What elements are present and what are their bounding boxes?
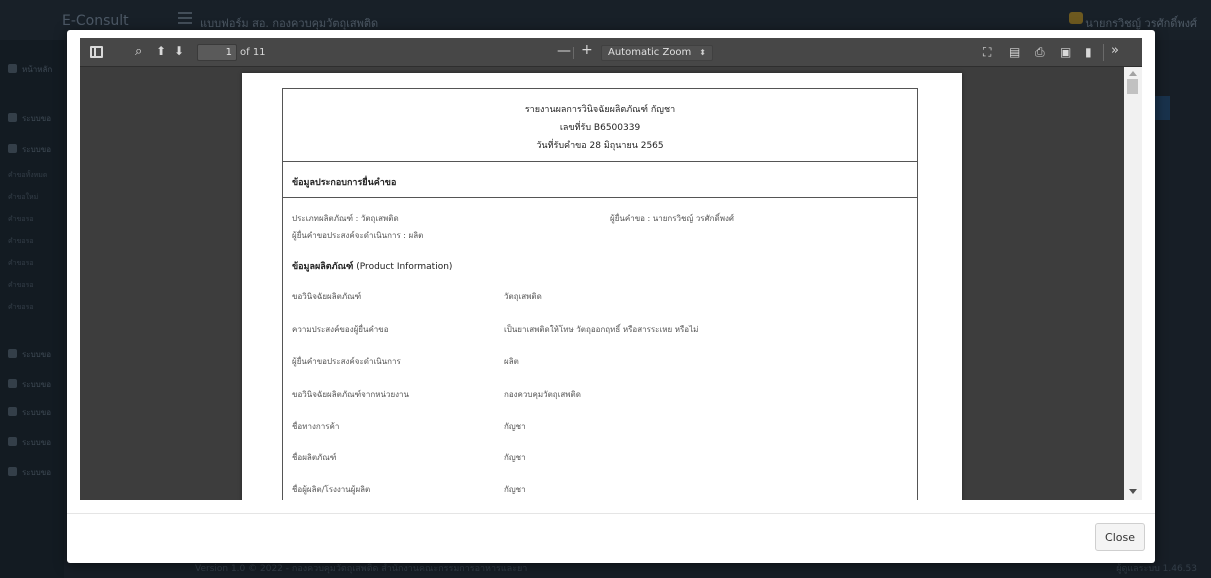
product-info-heading-en: (Product Information) xyxy=(356,262,453,272)
toolbar-separator xyxy=(573,47,574,59)
modal-footer-divider xyxy=(67,513,1155,514)
sidebar-toggle-icon[interactable] xyxy=(90,46,103,58)
receipt-number: เลขที่รับ B6500339 xyxy=(559,123,641,133)
minus-icon[interactable]: — xyxy=(557,44,571,58)
toolbar-separator xyxy=(1103,44,1104,61)
row-label: ขอวินิจฉัยผลิตภัณฑ์ xyxy=(292,292,362,301)
print-icon[interactable]: ⎙ xyxy=(1035,45,1045,59)
save-icon[interactable]: ▣ xyxy=(1060,45,1071,59)
product-info-heading: ข้อมูลผลิตภัณฑ์ (Product Information) xyxy=(292,259,452,273)
scroll-up-arrow-icon[interactable] xyxy=(1129,71,1137,76)
row-value: กัญชา xyxy=(504,453,526,462)
applicant: ผู้ยื่นคำขอ : นายกรวิชญ์ วรศักดิ์พงศ์ xyxy=(610,214,734,223)
row-label: ชื่อทางการค้า xyxy=(292,422,340,431)
double-chevron-right-icon[interactable]: » xyxy=(1111,44,1119,58)
row-label: ความประสงค์ของผู้ยื่นคำขอ xyxy=(292,325,389,334)
pdf-preview-modal: ⌕ ⬆ ⬇ 1 of 11 — + Automatic Zoom ⬍ ⛶ ▤ ⎙ … xyxy=(67,30,1155,563)
close-button[interactable]: Close xyxy=(1095,523,1145,551)
product-info-heading-th: ข้อมูลผลิตภัณฑ์ xyxy=(292,262,354,272)
open-file-icon[interactable]: ▤ xyxy=(1009,45,1020,59)
bookmark-icon[interactable]: ▮ xyxy=(1085,45,1092,59)
zoom-select-label: Automatic Zoom xyxy=(608,47,692,58)
document-title: รายงานผลการวินิจฉัยผลิตภัณฑ์ กัญชา xyxy=(524,105,676,115)
pdf-viewer: ⌕ ⬆ ⬇ 1 of 11 — + Automatic Zoom ⬍ ⛶ ▤ ⎙ … xyxy=(80,38,1142,500)
row-value: กัญชา xyxy=(504,422,526,431)
row-value: วัตถุเสพติด xyxy=(504,292,542,301)
document-frame: รายงานผลการวินิจฉัยผลิตภัณฑ์ กัญชา เลขที… xyxy=(282,88,918,500)
row-label: ชื่อผู้ผลิต/โรงงานผู้ผลิต xyxy=(292,485,371,494)
row-value: ผลิต xyxy=(504,357,519,366)
search-icon[interactable]: ⌕ xyxy=(135,45,142,59)
row-label: ชื่อผลิตภัณฑ์ xyxy=(292,453,337,462)
arrow-up-icon[interactable]: ⬆ xyxy=(156,44,166,58)
row-label: ขอวินิจฉัยผลิตภัณฑ์จากหน่วยงาน xyxy=(292,390,409,399)
pdf-page: รายงานผลการวินิจฉัยผลิตภัณฑ์ กัญชา เลขที… xyxy=(242,73,962,500)
row-value: กัญชา xyxy=(504,485,526,494)
row-value: กองควบคุมวัตถุเสพติด xyxy=(504,390,581,399)
plus-icon[interactable]: + xyxy=(581,43,593,57)
intention: ผู้ยื่นคำขอประสงค์จะดำเนินการ : ผลิต xyxy=(292,231,424,240)
arrow-down-icon[interactable]: ⬇ xyxy=(174,44,184,58)
presentation-mode-icon[interactable]: ⛶ xyxy=(983,45,991,59)
row-value: เป็นยาเสพติดให้โทษ วัตถุออกฤทธิ์ หรือสาร… xyxy=(504,325,699,334)
receive-date: วันที่รับคำขอ 28 มิถุนายน 2565 xyxy=(536,141,664,151)
section-header: ข้อมูลประกอบการยื่นคำขอ xyxy=(283,162,917,198)
scroll-down-arrow-icon[interactable] xyxy=(1129,489,1137,494)
vertical-scrollbar[interactable] xyxy=(1124,67,1142,500)
select-caret-icon: ⬍ xyxy=(699,48,706,57)
document-header: รายงานผลการวินิจฉัยผลิตภัณฑ์ กัญชา เลขที… xyxy=(283,89,917,162)
section-title: ข้อมูลประกอบการยื่นคำขอ xyxy=(292,178,397,188)
page-count: of 11 xyxy=(240,47,266,58)
zoom-select[interactable]: Automatic Zoom ⬍ xyxy=(601,45,713,61)
scrollbar-thumb[interactable] xyxy=(1127,79,1138,94)
pdf-toolbar: ⌕ ⬆ ⬇ 1 of 11 — + Automatic Zoom ⬍ ⛶ ▤ ⎙ … xyxy=(80,38,1142,67)
product-type: ประเภทผลิตภัณฑ์ : วัตถุเสพติด xyxy=(292,214,399,223)
row-label: ผู้ยื่นคำขอประสงค์จะดำเนินการ xyxy=(292,357,401,366)
page-number-input[interactable]: 1 xyxy=(197,44,237,61)
